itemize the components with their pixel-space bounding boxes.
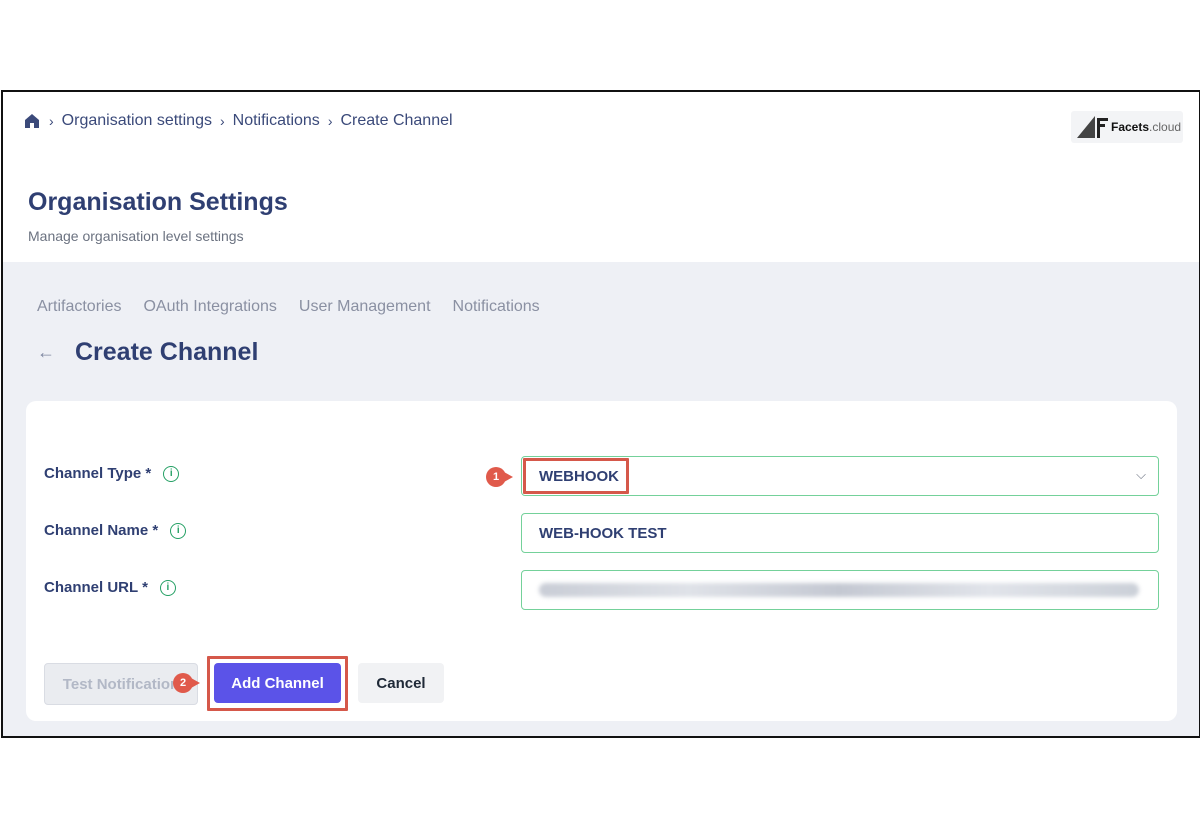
section-title: Create Channel	[75, 338, 259, 366]
info-icon[interactable]: i	[159, 579, 176, 596]
cancel-button[interactable]: Cancel	[358, 663, 444, 703]
top-bar: › Organisation settings › Notifications …	[3, 92, 1199, 262]
tab-artifactories[interactable]: Artifactories	[37, 298, 121, 316]
create-channel-form: Channel Type * i WEBHOOK ⌵ 1 Channel Nam…	[26, 401, 1177, 721]
app-window: › Organisation settings › Notifications …	[1, 90, 1200, 738]
page-title: Organisation Settings	[28, 188, 288, 216]
channel-name-value: WEB-HOOK TEST	[539, 524, 667, 542]
chevron-down-icon: ⌵	[1136, 467, 1146, 482]
back-arrow-icon[interactable]: ←	[37, 342, 55, 363]
highlight-box-channel-type	[523, 458, 629, 494]
channel-name-input[interactable]: WEB-HOOK TEST	[521, 513, 1159, 553]
tab-notifications[interactable]: Notifications	[453, 298, 540, 316]
chevron-right-icon: ›	[219, 113, 225, 129]
chevron-right-icon: ›	[49, 113, 54, 129]
chevron-right-icon: ›	[327, 113, 333, 129]
channel-url-input[interactable]	[521, 570, 1159, 610]
info-icon[interactable]: i	[163, 465, 180, 482]
callout-step-1: 1	[486, 467, 513, 487]
facets-logo-icon	[1077, 116, 1108, 138]
facets-logo: Facets.cloud	[1071, 111, 1183, 143]
content-area: Artifactories OAuth Integrations User Ma…	[3, 262, 1199, 736]
breadcrumb-organisation-settings[interactable]: Organisation settings	[62, 112, 212, 130]
settings-tabs: Artifactories OAuth Integrations User Ma…	[37, 298, 540, 316]
channel-url-label: Channel URL * i	[44, 579, 176, 596]
page-subtitle: Manage organisation level settings	[28, 228, 244, 244]
highlight-box-add-channel	[207, 656, 348, 711]
logo-text: Facets.cloud	[1111, 120, 1182, 134]
home-icon[interactable]	[23, 112, 41, 130]
tab-oauth-integrations[interactable]: OAuth Integrations	[143, 298, 276, 316]
info-icon[interactable]: i	[170, 522, 187, 539]
callout-step-2: 2	[173, 673, 200, 693]
breadcrumb: › Organisation settings › Notifications …	[23, 112, 453, 130]
breadcrumb-create-channel: Create Channel	[340, 112, 453, 129]
blurred-url-value	[539, 583, 1139, 597]
channel-type-label: Channel Type * i	[44, 465, 180, 482]
tab-user-management[interactable]: User Management	[299, 298, 431, 316]
channel-name-label: Channel Name * i	[44, 522, 187, 539]
breadcrumb-notifications[interactable]: Notifications	[233, 112, 320, 130]
